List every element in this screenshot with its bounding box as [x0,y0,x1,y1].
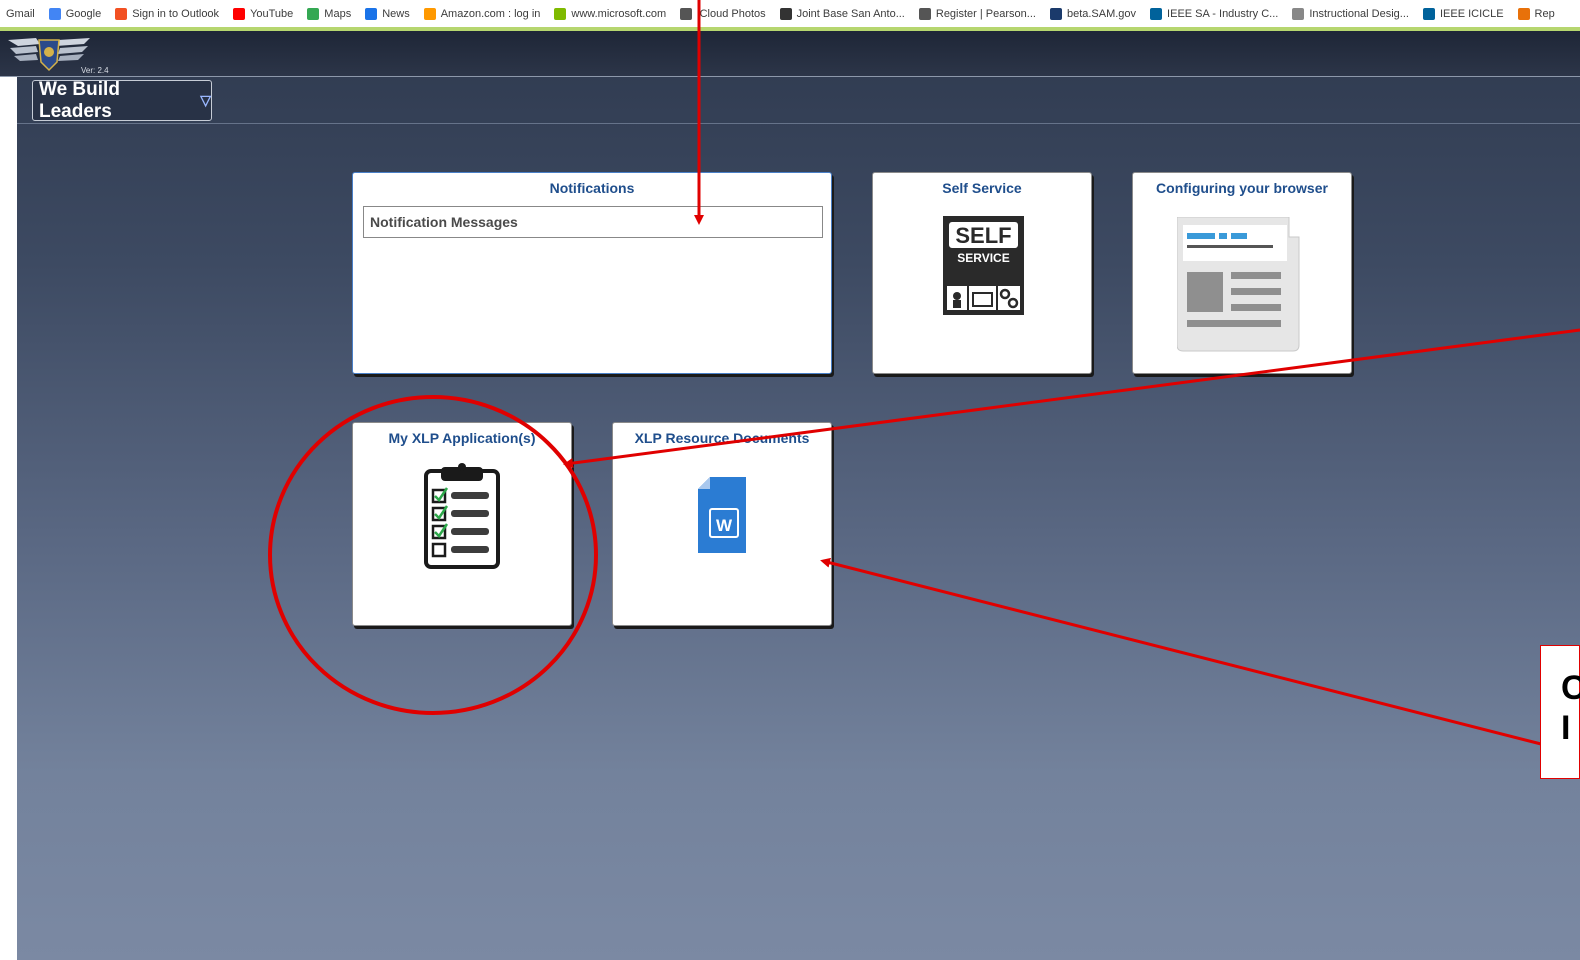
notifications-tile[interactable]: Notifications Notification Messages [352,172,832,374]
configuring-browser-tile[interactable]: Configuring your browser [1132,172,1352,374]
clipboard-checklist-icon [424,463,500,569]
self-service-tile[interactable]: Self Service SELF SERVICE [872,172,1092,374]
bookmark-label: Maps [324,7,352,20]
apple-icon [680,7,693,20]
self-service-icon: SELF SERVICE [943,216,1024,315]
bookmark-item[interactable]: Amazon.com : log in [423,7,541,20]
bookmark-label: Sign in to Outlook [132,7,220,20]
sam-icon [1049,7,1062,20]
xlp-resources-title: XLP Resource Documents [634,430,810,446]
newspaper-icon [1177,217,1300,352]
microsoft-icon [554,7,567,20]
bookmark-item[interactable]: Google [48,7,102,20]
home-menu-title: We Build Leaders [39,78,120,122]
notifications-title: Notifications [549,180,635,196]
bookmark-label: iCloud Photos [697,7,766,20]
bookmark-label: Instructional Desig... [1309,7,1409,20]
self-service-title: Self Service [942,180,1022,196]
bookmark-item[interactable]: Rep [1517,7,1555,20]
word-icon-letter: W [716,516,733,535]
bookmark-icon [1517,7,1530,20]
news-icon [365,7,378,20]
bookmark-item[interactable]: IEEE SA - Industry C... [1150,7,1279,20]
maps-icon [307,7,320,20]
home-menu-button[interactable]: We Build Leaders ▽ [32,78,212,122]
annotation-callout-text: C I [1561,668,1580,748]
bookmark-label: Gmail [6,7,35,20]
left-margin [0,31,17,960]
bookmark-item[interactable]: Maps [307,7,352,20]
bookmark-item[interactable]: beta.SAM.gov [1049,7,1137,20]
bookmark-item[interactable]: Joint Base San Anto... [779,7,905,20]
self-service-icon-text: SELF [955,223,1011,248]
word-document-icon: W [698,477,746,553]
bookmark-item[interactable]: Register | Pearson... [918,7,1036,20]
ieee-icon [1150,7,1163,20]
youtube-icon [233,7,246,20]
bookmark-label: IEEE SA - Industry C... [1167,7,1279,20]
configuring-browser-title: Configuring your browser [1156,180,1328,196]
pearson-icon [918,7,931,20]
ieee-icon [1422,7,1435,20]
globe-icon [1292,7,1305,20]
annotation-callout-line-1: C [1561,669,1580,707]
annotation-callout-line-2: I [1561,709,1571,747]
bookmark-label: beta.SAM.gov [1066,7,1137,20]
bookmark-label: Google [65,7,102,20]
notification-messages-field[interactable]: Notification Messages [363,206,823,238]
bookmark-item[interactable]: www.microsoft.com [554,7,667,20]
microsoft-icon [115,7,128,20]
bookmark-label: YouTube [250,7,294,20]
version-label: Ver: 2.4 [81,66,109,75]
bookmark-label: Joint Base San Anto... [796,7,905,20]
bookmark-item[interactable]: Sign in to Outlook [115,7,220,20]
wings-logo-icon[interactable] [6,34,92,74]
nav-bar [17,77,1580,124]
app-header [0,31,1580,77]
google-icon [48,7,61,20]
xlp-applications-title: My XLP Application(s) [388,430,536,446]
bookmark-label: Register | Pearson... [935,7,1036,20]
bookmark-item[interactable]: YouTube [233,7,294,20]
xlp-resources-tile[interactable]: XLP Resource Documents W [612,422,832,626]
bookmark-label: Rep [1534,7,1555,20]
bookmark-item[interactable]: IEEE ICICLE [1422,7,1504,20]
jbsa-icon [779,7,792,20]
bookmark-item[interactable]: Gmail [6,8,35,20]
bookmark-label: Amazon.com : log in [440,7,541,20]
xlp-applications-tile[interactable]: My XLP Application(s) [352,422,572,626]
self-service-icon-subtext: SERVICE [957,251,1009,265]
chevron-down-icon: ▽ [200,92,211,108]
bookmark-item[interactable]: Instructional Desig... [1292,7,1409,20]
bookmark-label: IEEE ICICLE [1439,7,1504,20]
bookmark-label: News [382,7,410,20]
bookmarks-bar: Gmail Google Sign in to Outlook YouTube Maps… [0,0,1580,27]
bookmark-item[interactable]: iCloud Photos [680,7,766,20]
bookmark-item[interactable]: News [365,7,410,20]
amazon-icon [423,7,436,20]
bookmark-label: www.microsoft.com [571,7,667,20]
